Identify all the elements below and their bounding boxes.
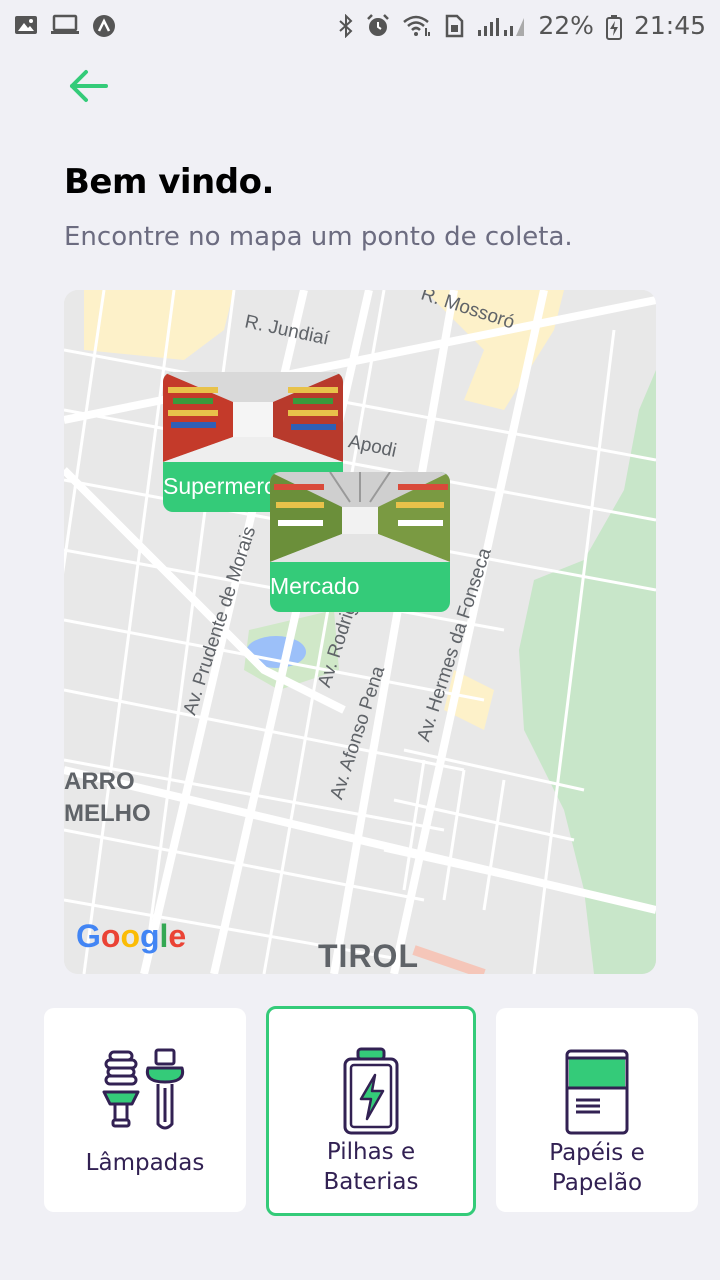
signal-icon: [476, 14, 526, 36]
back-button[interactable]: [64, 64, 112, 112]
alarm-icon: [366, 14, 390, 36]
arrow-left-icon: [70, 70, 108, 102]
paper-icon: [565, 1049, 629, 1135]
category-list: Lâmpadas Pilhas e Baterias Papéis e Pape…: [44, 1006, 700, 1216]
map-point-label: Mercado: [270, 573, 360, 599]
wifi-icon: [402, 14, 432, 36]
battery-bolt-icon: [343, 1047, 399, 1135]
clock: 21:45: [633, 10, 706, 40]
category-pilhas-baterias[interactable]: Pilhas e Baterias: [266, 1006, 476, 1216]
status-bar: 22% 21:45: [0, 0, 720, 50]
map-point-mercado[interactable]: Mercado: [270, 472, 450, 612]
image-icon: [14, 14, 38, 36]
supermarket-aisle-photo: [163, 372, 343, 462]
lamps-icon: [102, 1048, 185, 1130]
category-label: Lâmpadas: [85, 1150, 205, 1176]
google-logo: Google: [76, 918, 187, 954]
category-label: Baterias: [323, 1169, 419, 1195]
category-lampadas[interactable]: Lâmpadas: [44, 1008, 246, 1212]
battery-percent: 22%: [538, 10, 594, 40]
area-label: TIROL: [318, 938, 419, 974]
category-label: Papéis e: [549, 1140, 645, 1166]
area-label: ARRO: [64, 768, 135, 795]
collection-map[interactable]: R. Mossoró R. Jundiaí Apodi Av. Prudente…: [64, 290, 656, 974]
laptop-icon: [50, 14, 80, 36]
bluetooth-icon: [338, 13, 354, 39]
battery-icon: [605, 14, 622, 40]
category-label: Papelão: [551, 1170, 643, 1196]
app-a-icon: [92, 14, 116, 37]
category-label: Pilhas e: [326, 1139, 416, 1165]
sim-icon: [444, 14, 464, 38]
page-subtitle: Encontre no mapa um ponto de coleta.: [64, 222, 573, 252]
category-papeis-papelao[interactable]: Papéis e Papelão: [496, 1008, 698, 1212]
page-title: Bem vindo.: [64, 162, 274, 202]
market-aisle-photo: [270, 472, 450, 562]
map-background: [64, 290, 656, 974]
area-label: MELHO: [64, 800, 151, 827]
